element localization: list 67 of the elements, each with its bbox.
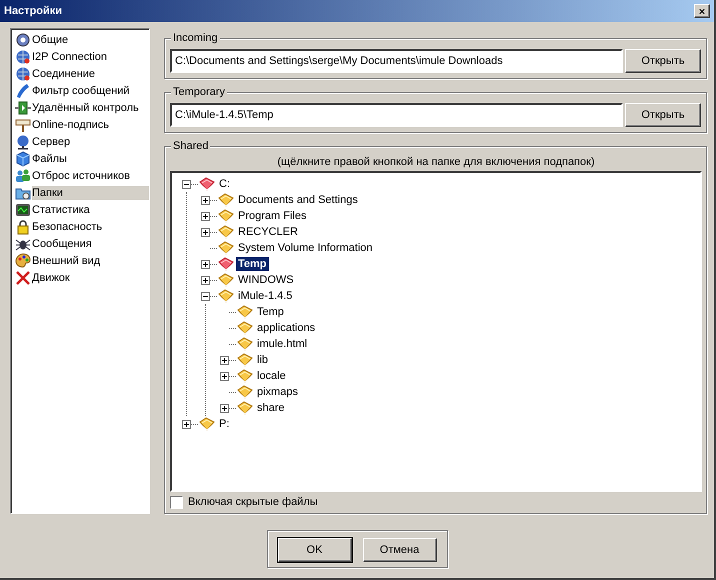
tree-item[interactable]: locale (255, 369, 288, 383)
sidebar-item[interactable]: Сервер (15, 133, 149, 150)
cancel-button[interactable]: Отмена (362, 538, 436, 562)
close-icon (697, 6, 707, 16)
sidebar-item[interactable]: Внешний вид (15, 252, 149, 269)
sidebar-item[interactable]: I2P Connection (15, 48, 149, 65)
open-button[interactable]: Открыть (625, 49, 701, 73)
close-button[interactable] (694, 4, 710, 18)
path-field[interactable]: C:\Documents and Settings\serge\My Documents\imule Downloads (170, 49, 623, 73)
sidebar-item[interactable]: Отброс источников (15, 167, 149, 184)
tree-item[interactable]: imule.html (255, 337, 310, 351)
sidebar-item[interactable]: Статистика (15, 201, 149, 218)
globe-icon (15, 48, 31, 64)
signpost-icon (15, 116, 31, 132)
tree-item[interactable]: share (255, 401, 287, 415)
tree-toggle[interactable] (201, 276, 210, 284)
server-icon (15, 134, 31, 150)
sidebar-item[interactable]: Файлы (15, 150, 149, 167)
sidebar-item[interactable]: Фильтр сообщений (15, 82, 149, 99)
tree-toggle[interactable] (201, 212, 210, 220)
tree-item[interactable]: P: (217, 417, 232, 431)
sidebar-item[interactable]: Сообщения (15, 235, 149, 252)
open-button[interactable]: Открыть (625, 103, 701, 127)
sidebar-item[interactable]: Удалённый контроль (15, 99, 149, 116)
tree-item[interactable]: iMule-1.4.5 (236, 289, 294, 303)
cross-icon (15, 270, 31, 286)
checkbox[interactable] (170, 496, 183, 508)
tree-item[interactable]: System Volume Information (236, 241, 375, 255)
sidebar-item[interactable]: Соединение (15, 65, 149, 82)
tree-item[interactable]: Temp (236, 257, 269, 271)
sidebar-item[interactable]: Безопасность (15, 218, 149, 235)
gear-icon (15, 32, 31, 48)
group-label: Temporary (171, 85, 227, 99)
tree-item[interactable]: lib (255, 353, 270, 367)
sidebar-item[interactable]: Online-подпись (15, 116, 149, 133)
tree-toggle[interactable] (201, 228, 210, 236)
monitor-icon (15, 202, 31, 218)
tree-toggle[interactable] (201, 292, 210, 300)
tree-item[interactable]: Program Files (236, 209, 308, 223)
group-label: Incoming (171, 31, 220, 45)
users-icon (15, 168, 31, 184)
tree-item[interactable]: RECYCLER (236, 225, 300, 239)
tree-item[interactable]: C: (217, 177, 232, 191)
plug-icon (15, 100, 31, 116)
lock-icon (15, 218, 31, 234)
tree-toggle[interactable] (201, 196, 210, 204)
tree-item[interactable]: pixmaps (255, 385, 300, 399)
sidebar-item[interactable]: Общие (15, 31, 149, 48)
tree-toggle[interactable] (182, 420, 191, 428)
tree-toggle[interactable] (220, 404, 229, 412)
tree-toggle[interactable] (220, 356, 229, 364)
tree-toggle[interactable] (220, 372, 229, 380)
tree-toggle[interactable] (182, 180, 191, 188)
tree-item[interactable]: applications (255, 321, 318, 335)
globe-icon (15, 66, 31, 82)
tree-toggle[interactable] (201, 260, 210, 268)
tree-item[interactable]: WINDOWS (236, 273, 296, 287)
window-title: Настройки (4, 5, 64, 17)
cube-icon (15, 150, 31, 166)
sidebar-item[interactable]: Движок (15, 269, 149, 286)
path-field[interactable]: C:\iMule-1.4.5\Temp (170, 103, 623, 127)
hint-text: (щёлкните правой кнопкой на папке для включения подпапок) (276, 155, 596, 169)
checkbox-label: Включая скрытые файлы (188, 496, 318, 508)
tree-item[interactable]: Temp (255, 305, 286, 319)
ok-button[interactable]: OK (278, 538, 352, 562)
palette-icon (15, 252, 31, 268)
tree-item[interactable]: Documents and Settings (236, 193, 360, 207)
